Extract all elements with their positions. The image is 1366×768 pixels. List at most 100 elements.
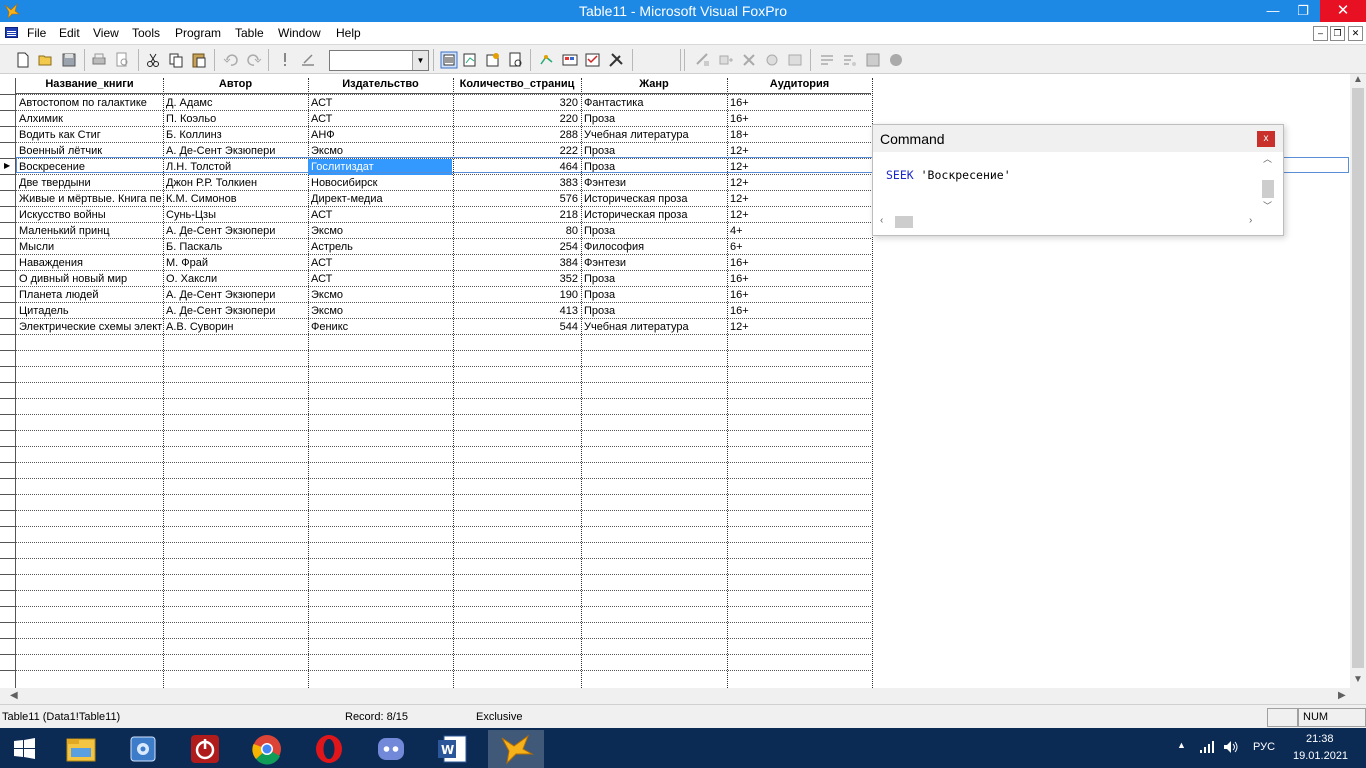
cell-pages[interactable]: 254 — [453, 239, 580, 255]
grid-vertical-scrollbar[interactable]: ▲ ▼ — [1350, 74, 1366, 688]
cell-author[interactable]: К.М. Симонов — [163, 191, 307, 207]
cell-author[interactable]: М. Фрай — [163, 255, 307, 271]
redo-icon[interactable] — [245, 51, 263, 69]
cell-title[interactable]: Планета людей — [16, 287, 162, 303]
cell-audience[interactable]: 16+ — [727, 303, 871, 319]
cell-publisher[interactable]: АНФ — [308, 127, 452, 143]
cell-title[interactable]: Алхимик — [16, 111, 162, 127]
cell-audience[interactable]: 18+ — [727, 127, 871, 143]
cell-title[interactable]: Искусство войны — [16, 207, 162, 223]
cell-audience[interactable]: 16+ — [727, 271, 871, 287]
cell-genre[interactable]: Проза — [581, 223, 726, 239]
cell-author[interactable]: Б. Паскаль — [163, 239, 307, 255]
cell-pages[interactable]: 218 — [453, 207, 580, 223]
cell-pages[interactable]: 220 — [453, 111, 580, 127]
menu-window[interactable]: Window — [278, 26, 321, 40]
command-window-titlebar[interactable]: Command — [873, 125, 1283, 152]
cell-author[interactable]: А. Де-Сент Экзюпери — [163, 303, 307, 319]
cell-author[interactable]: А. Де-Сент Экзюпери — [163, 223, 307, 239]
control-panel-icon[interactable] — [118, 730, 168, 768]
cell-genre[interactable]: Проза — [581, 303, 726, 319]
cell-author[interactable]: О. Хаксли — [163, 271, 307, 287]
menu-table[interactable]: Table — [235, 26, 264, 40]
mdi-close-button[interactable]: ✕ — [1348, 26, 1363, 41]
database-designer-icon[interactable] — [461, 51, 479, 69]
scroll-down-icon[interactable]: ▼ — [1353, 674, 1363, 685]
cell-publisher[interactable]: АСТ — [308, 95, 452, 111]
cell-genre[interactable]: Проза — [581, 271, 726, 287]
cell-audience[interactable]: 12+ — [727, 319, 871, 335]
cell-title[interactable]: Маленький принц — [16, 223, 162, 239]
cell-title[interactable]: Живые и мёртвые. Книга первая — [16, 191, 162, 207]
menu-help[interactable]: Help — [336, 26, 361, 40]
command-window[interactable]: Command x SEEK 'Воскресение' ︿ ﹀ ‹ › — [872, 124, 1284, 236]
chevron-up-icon[interactable]: ︿ — [1263, 152, 1272, 165]
cell-publisher[interactable]: АСТ — [308, 111, 452, 127]
toolbar-combo[interactable]: ▼ — [329, 50, 429, 71]
menu-edit[interactable]: Edit — [59, 26, 80, 40]
cell-genre[interactable]: Фантастика — [581, 95, 726, 111]
network-signal-icon[interactable] — [1199, 740, 1215, 754]
cell-publisher[interactable]: Эксмо — [308, 303, 452, 319]
save-icon[interactable] — [60, 51, 78, 69]
cell-title[interactable]: О дивный новый мир — [16, 271, 162, 287]
cell-publisher[interactable]: Директ-медиа — [308, 191, 452, 207]
cell-audience[interactable]: 4+ — [727, 223, 871, 239]
menu-file[interactable]: File — [27, 26, 46, 40]
cell-pages[interactable]: 384 — [453, 255, 580, 271]
cell-title[interactable]: Наваждения — [16, 255, 162, 271]
chevron-right-icon[interactable]: › — [1249, 215, 1252, 226]
paste-icon[interactable] — [190, 51, 208, 69]
cell-genre[interactable]: Фэнтези — [581, 255, 726, 271]
chevron-down-icon[interactable]: ▼ — [412, 51, 428, 70]
cell-pages[interactable]: 352 — [453, 271, 580, 287]
cell-title[interactable]: Автостопом по галактике — [16, 95, 162, 111]
column-header-title[interactable]: Название_книги — [16, 78, 163, 93]
cell-audience[interactable]: 12+ — [727, 175, 871, 191]
command-horizontal-scrollbar[interactable]: ‹ › — [877, 214, 1260, 230]
command-window-icon[interactable] — [440, 51, 458, 69]
cut-icon[interactable] — [144, 51, 162, 69]
cell-author[interactable]: П. Коэльо — [163, 111, 307, 127]
cell-title[interactable]: Водить как Стиг — [16, 127, 162, 143]
file-explorer-icon[interactable] — [56, 730, 106, 768]
copy-icon[interactable] — [167, 51, 185, 69]
cell-pages[interactable]: 576 — [453, 191, 580, 207]
scroll-up-icon[interactable]: ▲ — [1353, 74, 1363, 85]
cell-audience[interactable]: 6+ — [727, 239, 871, 255]
layout-icon[interactable] — [584, 51, 602, 69]
shutdown-app-icon[interactable] — [180, 730, 230, 768]
cell-genre[interactable]: Философия — [581, 239, 726, 255]
column-header-audience[interactable]: Аудитория — [727, 78, 872, 93]
cell-pages[interactable]: 383 — [453, 175, 580, 191]
cell-publisher[interactable]: АСТ — [308, 207, 452, 223]
volume-icon[interactable] — [1223, 740, 1239, 754]
cell-audience[interactable]: 12+ — [727, 207, 871, 223]
cell-genre[interactable]: Историческая проза — [581, 191, 726, 207]
close-button[interactable]: ✕ — [1320, 0, 1366, 22]
cell-title[interactable]: Мысли — [16, 239, 162, 255]
cell-author[interactable]: А. Де-Сент Экзюпери — [163, 287, 307, 303]
open-icon[interactable] — [37, 51, 55, 69]
discord-icon[interactable] — [366, 730, 416, 768]
cell-publisher[interactable]: АСТ — [308, 255, 452, 271]
minimize-button[interactable]: — — [1258, 0, 1288, 22]
clock-time[interactable]: 21:38 — [1306, 733, 1334, 745]
print-icon[interactable] — [90, 51, 108, 69]
maximize-button[interactable]: ❐ — [1288, 0, 1318, 22]
grid-horizontal-scrollbar[interactable]: ◀ ▶ — [0, 688, 1366, 704]
menu-tools[interactable]: Tools — [132, 26, 160, 40]
cell-pages[interactable]: 320 — [453, 95, 580, 111]
cell-genre[interactable]: Учебная литература — [581, 127, 726, 143]
column-header-genre[interactable]: Жанр — [581, 78, 727, 93]
scroll-left-icon[interactable]: ◀ — [10, 690, 18, 701]
cell-genre[interactable]: Проза — [581, 111, 726, 127]
cell-author[interactable]: Д. Адамс — [163, 95, 307, 111]
cell-publisher[interactable]: Феникс — [308, 319, 452, 335]
cell-title[interactable]: Электрические схемы электроники — [16, 319, 162, 335]
command-window-close-button[interactable]: x — [1257, 131, 1275, 147]
cell-genre[interactable]: Историческая проза — [581, 207, 726, 223]
cell-audience[interactable]: 16+ — [727, 111, 871, 127]
run-icon[interactable] — [276, 51, 294, 69]
cell-publisher[interactable]: Эксмо — [308, 223, 452, 239]
